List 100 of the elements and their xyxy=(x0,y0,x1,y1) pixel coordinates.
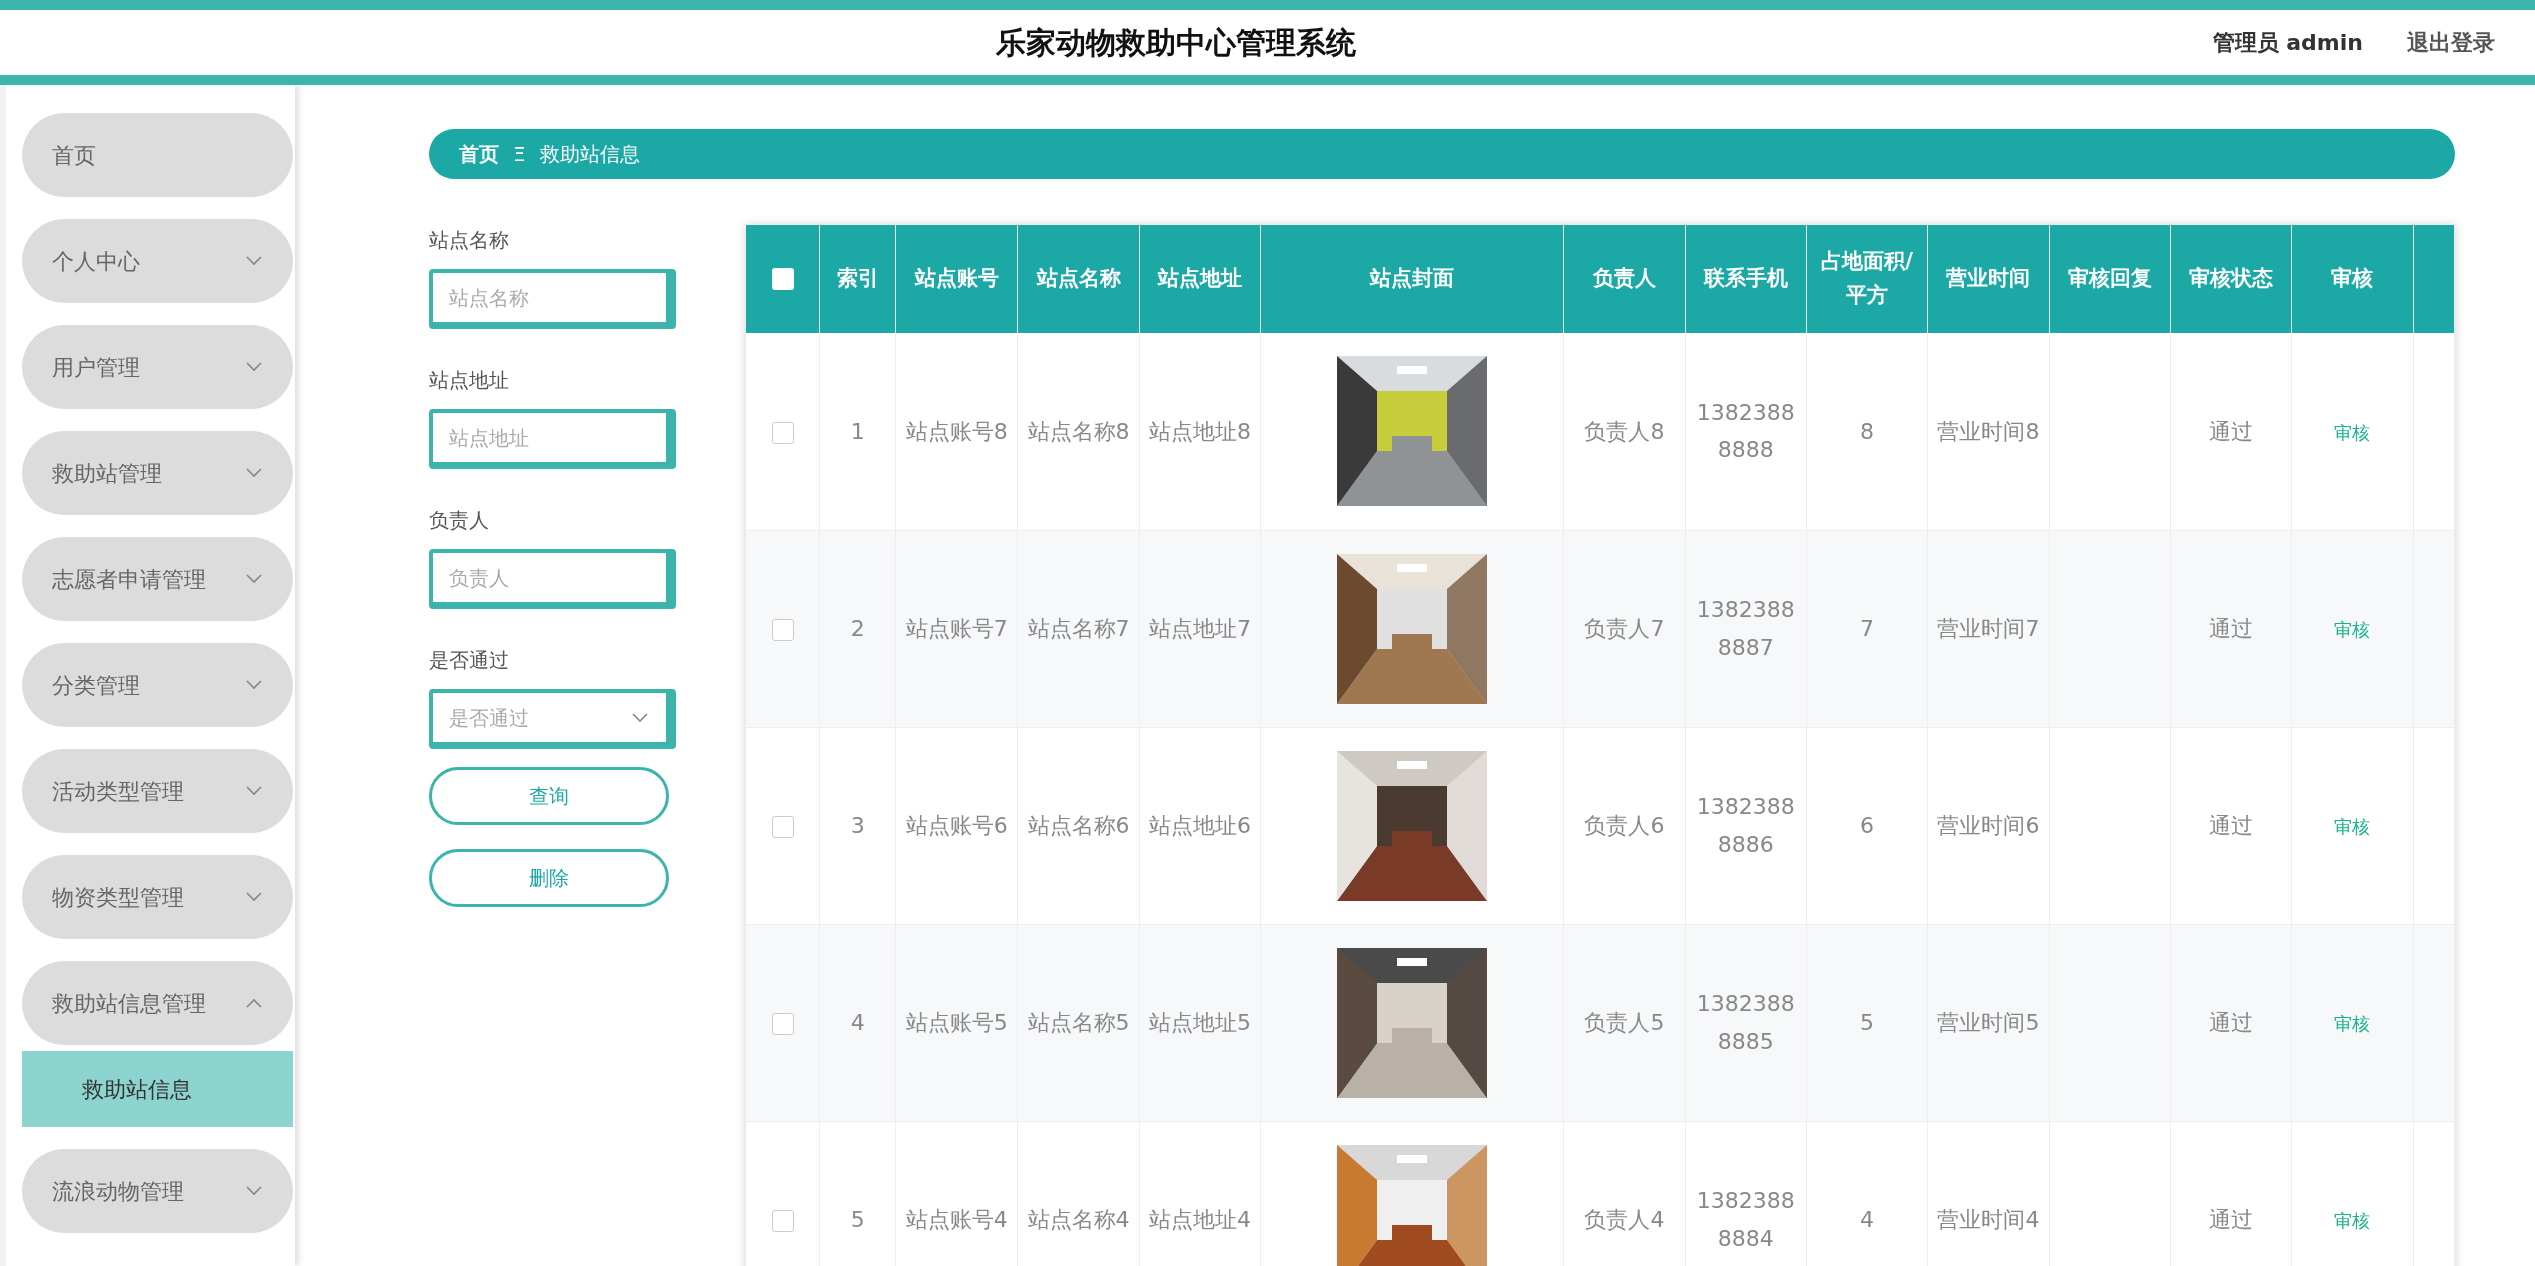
table-cell: 4 xyxy=(1806,1121,1928,1266)
table-cell: 站点地址7 xyxy=(1139,530,1261,727)
chevron-down-icon xyxy=(245,1185,263,1197)
table-cell: 8 xyxy=(1806,333,1928,530)
table-cell: 站点名称7 xyxy=(1017,530,1140,727)
review-link[interactable]: 审核 xyxy=(2334,815,2371,837)
column-header: 营业时间 xyxy=(1927,225,2050,333)
input-field[interactable]: 站点名称 xyxy=(429,269,676,329)
sidebar-item[interactable]: 活动类型管理 xyxy=(22,749,293,833)
table-cell: 营业时间5 xyxy=(1927,924,2050,1121)
table-cell: 通过 xyxy=(2170,924,2292,1121)
sidebar-item[interactable]: 志愿者申请管理 xyxy=(22,537,293,621)
input-field[interactable]: 站点地址 xyxy=(429,409,676,469)
app-title: 乐家动物救助中心管理系统 xyxy=(995,24,1358,62)
column-header: 联系手机 xyxy=(1685,225,1807,333)
column-header: 站点封面 xyxy=(1260,225,1564,333)
table-cell: 2 xyxy=(819,530,896,727)
table-cell: 13823888885 xyxy=(1685,924,1807,1121)
table-cell: 站点地址4 xyxy=(1139,1121,1261,1266)
column-header: 审核状态 xyxy=(2170,225,2292,333)
column-header: 占地面积/平方 xyxy=(1806,225,1928,333)
column-header: 负责人 xyxy=(1563,225,1686,333)
table-cell: 4 xyxy=(819,924,896,1121)
delete-button[interactable]: 删除 xyxy=(429,849,669,907)
breadcrumb-current: 救助站信息 xyxy=(539,141,640,168)
review-link[interactable]: 审核 xyxy=(2334,618,2371,640)
table-cell: 通过 xyxy=(2170,727,2292,924)
row-checkbox[interactable] xyxy=(771,1012,794,1035)
table-cell: 站点账号8 xyxy=(895,333,1018,530)
chevron-down-icon xyxy=(245,891,263,903)
table-cell: 负责人8 xyxy=(1563,333,1686,530)
table-cell: 13823888888 xyxy=(1685,333,1807,530)
chevron-up-icon xyxy=(245,997,263,1009)
table-cell: 负责人6 xyxy=(1563,727,1686,924)
table-cell: 3 xyxy=(819,727,896,924)
chevron-down-icon xyxy=(630,711,650,724)
table-cell: 营业时间7 xyxy=(1927,530,2050,727)
table-cell: 站点账号5 xyxy=(895,924,1018,1121)
column-header: 审核 xyxy=(2291,225,2413,333)
table-cell: 站点名称8 xyxy=(1017,333,1140,530)
breadcrumb-separator: Ξ xyxy=(513,141,526,168)
table-cell: 营业时间4 xyxy=(1927,1121,2050,1266)
column-header: 站点地址 xyxy=(1139,225,1261,333)
table-cell: 13823888884 xyxy=(1685,1121,1807,1266)
sidebar-item[interactable]: 分类管理 xyxy=(22,643,293,727)
review-link[interactable]: 审核 xyxy=(2334,1209,2371,1231)
field-label: 站点名称 xyxy=(429,227,510,254)
table-cell: 站点地址8 xyxy=(1139,333,1261,530)
table-cell: 1 xyxy=(819,333,896,530)
row-checkbox[interactable] xyxy=(771,421,794,444)
sidebar-subitem[interactable]: 救助站信息 xyxy=(22,1051,293,1127)
table-cell: 站点账号4 xyxy=(895,1121,1018,1266)
column-header: 站点名称 xyxy=(1017,225,1140,333)
column-header: 站点账号 xyxy=(895,225,1018,333)
table-cell: 13823888886 xyxy=(1685,727,1807,924)
review-link[interactable]: 审核 xyxy=(2334,421,2371,443)
table-cell: 站点账号7 xyxy=(895,530,1018,727)
sidebar-item[interactable]: 救助站信息管理 xyxy=(22,961,293,1045)
select-field[interactable]: 是否通过 xyxy=(429,689,676,749)
column-header: 索引 xyxy=(819,225,896,333)
chevron-down-icon xyxy=(245,467,263,479)
table-cell: 通过 xyxy=(2170,530,2292,727)
review-link[interactable]: 审核 xyxy=(2334,1012,2371,1034)
column-header: 审核回复 xyxy=(2049,225,2171,333)
table-cell: 营业时间8 xyxy=(1927,333,2050,530)
sidebar-item[interactable]: 首页 xyxy=(22,113,293,197)
row-checkbox[interactable] xyxy=(771,1209,794,1232)
sidebar-item[interactable]: 救助站管理 xyxy=(22,431,293,515)
table-cell: 站点名称5 xyxy=(1017,924,1140,1121)
logout-link[interactable]: 退出登录 xyxy=(2407,26,2495,59)
table-cell: 负责人4 xyxy=(1563,1121,1686,1266)
table-cell: 5 xyxy=(819,1121,896,1266)
search-button[interactable]: 查询 xyxy=(429,767,669,825)
chevron-down-icon xyxy=(245,255,263,267)
table-cell: 负责人5 xyxy=(1563,924,1686,1121)
field-label: 站点地址 xyxy=(429,367,510,394)
select-all-checkbox[interactable] xyxy=(771,268,794,291)
input-field[interactable]: 负责人 xyxy=(429,549,676,609)
breadcrumb-home-link[interactable]: 首页 xyxy=(459,139,499,169)
table-cell: 7 xyxy=(1806,530,1928,727)
sidebar-item[interactable]: 物资类型管理 xyxy=(22,855,293,939)
table-cell: 站点名称6 xyxy=(1017,727,1140,924)
chevron-down-icon xyxy=(245,785,263,797)
table-cell: 营业时间6 xyxy=(1927,727,2050,924)
chevron-down-icon xyxy=(245,679,263,691)
chevron-down-icon xyxy=(245,573,263,585)
table-cell: 13823888887 xyxy=(1685,530,1807,727)
table-cell: 站点账号6 xyxy=(895,727,1018,924)
row-checkbox[interactable] xyxy=(771,618,794,641)
table-cell: 通过 xyxy=(2170,1121,2292,1266)
row-checkbox[interactable] xyxy=(771,815,794,838)
table-cell: 通过 xyxy=(2170,333,2292,530)
table-cell: 站点名称4 xyxy=(1017,1121,1140,1266)
sidebar-item[interactable]: 用户管理 xyxy=(22,325,293,409)
table-cell: 6 xyxy=(1806,727,1928,924)
sidebar-item[interactable]: 流浪动物管理 xyxy=(22,1149,293,1233)
table-cell: 站点地址5 xyxy=(1139,924,1261,1121)
table-cell: 负责人7 xyxy=(1563,530,1686,727)
field-label: 负责人 xyxy=(429,507,490,534)
sidebar-item[interactable]: 个人中心 xyxy=(22,219,293,303)
